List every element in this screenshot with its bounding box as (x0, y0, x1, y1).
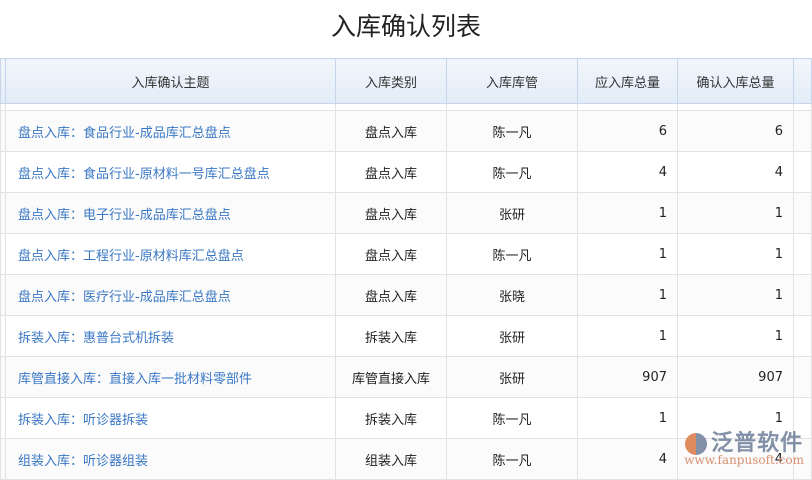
category-cell: 盘点入库 (335, 192, 447, 234)
header-confirmed-qty[interactable]: 确认入库总量 (677, 58, 794, 104)
topic-link[interactable]: 库管直接入库：直接入库一批材料零部件 (5, 356, 336, 398)
category-cell: 组装入库 (335, 438, 447, 480)
category-cell: 盘点入库 (335, 274, 447, 316)
manager-cell: 陈一凡 (446, 151, 578, 193)
expected-qty-cell: 6 (577, 110, 678, 152)
watermark-logo: 泛普软件 www.fanpusoft.com (684, 431, 804, 467)
category-cell: 盘点入库 (335, 151, 447, 193)
table-row[interactable]: 拆装入库：惠普台式机拆装 拆装入库 张研 1 1 (0, 315, 812, 357)
category-cell: 盘点入库 (335, 110, 447, 152)
expected-qty-cell: 1 (577, 233, 678, 275)
topic-link[interactable]: 拆装入库：听诊器拆装 (5, 397, 336, 439)
manager-cell: 张晓 (446, 274, 578, 316)
topic-link[interactable]: 盘点入库：工程行业-原材料库汇总盘点 (5, 233, 336, 275)
header-expected-qty[interactable]: 应入库总量 (577, 58, 678, 104)
expected-qty-cell: 1 (577, 274, 678, 316)
page-title: 入库确认列表 (330, 12, 481, 41)
manager-cell: 陈一凡 (446, 233, 578, 275)
manager-cell: 陈一凡 (446, 397, 578, 439)
table-row[interactable]: 盘点入库：食品行业-成品库汇总盘点 盘点入库 陈一凡 6 6 (0, 110, 812, 152)
table-row[interactable]: 库管直接入库：直接入库一批材料零部件 库管直接入库 张研 907 907 (0, 356, 812, 398)
manager-cell: 张研 (446, 356, 578, 398)
manager-cell: 陈一凡 (446, 110, 578, 152)
confirmed-qty-cell: 6 (677, 110, 794, 152)
topic-link[interactable]: 盘点入库：食品行业-原材料一号库汇总盘点 (5, 151, 336, 193)
category-cell: 拆装入库 (335, 315, 447, 357)
expected-qty-cell: 1 (577, 315, 678, 357)
expected-qty-cell: 907 (577, 356, 678, 398)
manager-cell: 陈一凡 (446, 438, 578, 480)
expected-qty-cell: 1 (577, 397, 678, 439)
manager-cell: 张研 (446, 192, 578, 234)
topic-link[interactable]: 盘点入库：电子行业-成品库汇总盘点 (5, 192, 336, 234)
table-row[interactable]: 盘点入库：电子行业-成品库汇总盘点 盘点入库 张研 1 1 (0, 192, 812, 234)
expected-qty-cell: 1 (577, 192, 678, 234)
confirmed-qty-cell: 4 (677, 151, 794, 193)
topic-link[interactable]: 盘点入库：医疗行业-成品库汇总盘点 (5, 274, 336, 316)
table-row[interactable]: 盘点入库：医疗行业-成品库汇总盘点 盘点入库 张晓 1 1 (0, 274, 812, 316)
confirmed-qty-cell: 1 (677, 233, 794, 275)
confirmed-qty-cell: 1 (677, 274, 794, 316)
confirmed-qty-cell: 1 (677, 315, 794, 357)
category-cell: 拆装入库 (335, 397, 447, 439)
category-cell: 盘点入库 (335, 233, 447, 275)
table-row[interactable]: 盘点入库：工程行业-原材料库汇总盘点 盘点入库 陈一凡 1 1 (0, 233, 812, 275)
confirmed-qty-cell: 907 (677, 356, 794, 398)
header-category[interactable]: 入库类别 (335, 58, 447, 104)
expected-qty-cell: 4 (577, 438, 678, 480)
table-header: 入库确认主题 入库类别 入库库管 应入库总量 确认入库总量 (0, 58, 812, 104)
manager-cell: 张研 (446, 315, 578, 357)
table-row[interactable]: 盘点入库：食品行业-原材料一号库汇总盘点 盘点入库 陈一凡 4 4 (0, 151, 812, 193)
header-topic[interactable]: 入库确认主题 (5, 58, 336, 104)
confirmed-qty-cell: 1 (677, 192, 794, 234)
category-cell: 库管直接入库 (335, 356, 447, 398)
topic-link[interactable]: 拆装入库：惠普台式机拆装 (5, 315, 336, 357)
topic-link[interactable]: 盘点入库：食品行业-成品库汇总盘点 (5, 110, 336, 152)
inbound-confirm-table: 入库确认主题 入库类别 入库库管 应入库总量 确认入库总量 盘点入库：食品行业-… (0, 58, 812, 480)
topic-link[interactable]: 组装入库：听诊器组装 (5, 438, 336, 480)
header-manager[interactable]: 入库库管 (446, 58, 578, 104)
fanpu-logo-icon (685, 433, 708, 455)
expected-qty-cell: 4 (577, 151, 678, 193)
